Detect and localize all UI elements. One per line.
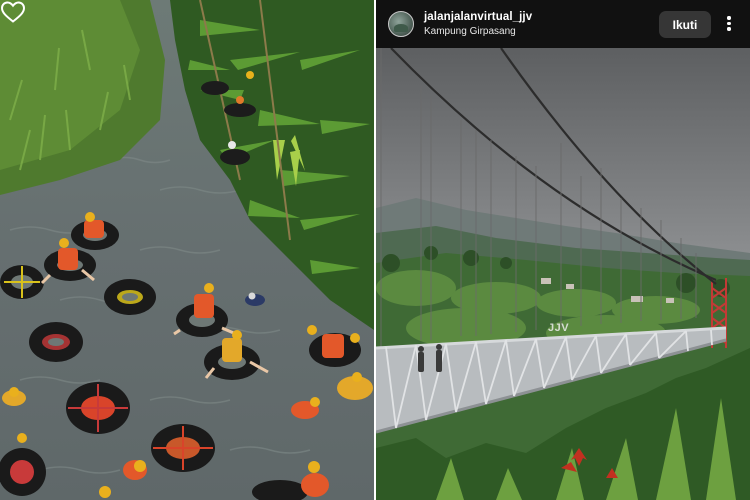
river-tubing-photo <box>0 0 374 500</box>
follow-button[interactable]: Ikuti <box>659 11 711 38</box>
suspension-bridge-photo: JJV <box>376 48 750 500</box>
more-vertical-icon[interactable] <box>722 14 736 34</box>
post-header: jalanjalanvirtual_jjv Kampung Girpasang … <box>376 0 750 48</box>
bridge-sign: JJV <box>548 322 570 334</box>
avatar[interactable] <box>388 11 414 37</box>
instagram-post: jalanjalanvirtual_jjv Kampung Girpasang … <box>376 0 750 500</box>
heart-outline-icon[interactable] <box>0 0 26 24</box>
post-location[interactable]: Kampung Girpasang <box>424 26 516 37</box>
suspension-bridge-illustration <box>376 48 750 500</box>
river-tubing-illustration <box>0 0 374 500</box>
post-username[interactable]: jalanjalanvirtual_jjv <box>424 11 532 23</box>
